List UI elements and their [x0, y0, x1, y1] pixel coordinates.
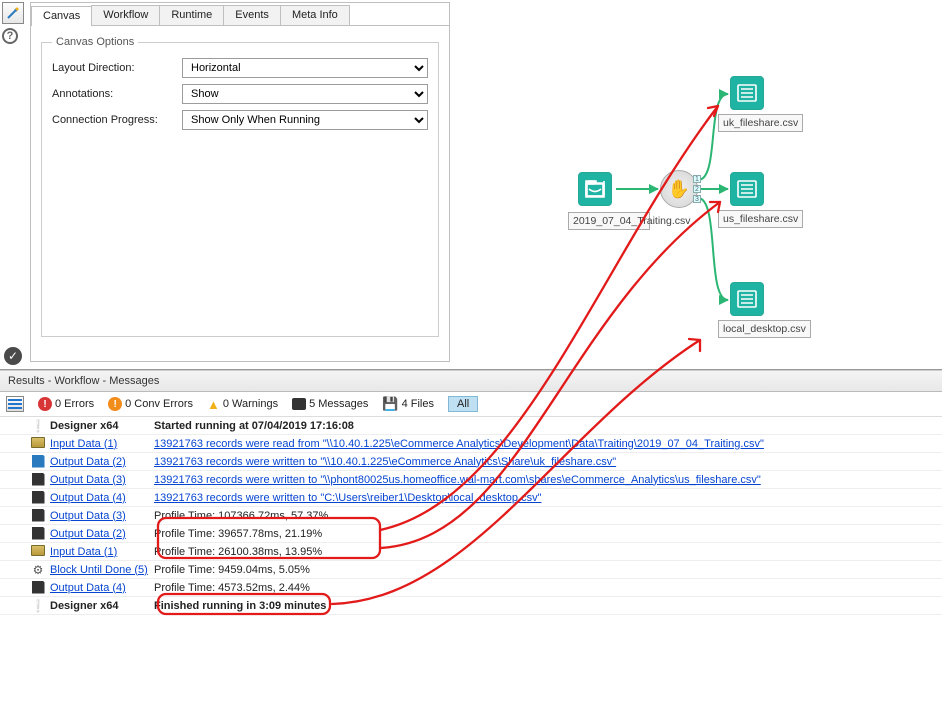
row-message[interactable]: 13921763 records were written to "\\phon…: [150, 474, 938, 486]
row-source[interactable]: Block Until Done (5): [30, 564, 150, 576]
tab-events[interactable]: Events: [223, 5, 281, 25]
summary-errors[interactable]: !0 Errors: [38, 397, 94, 411]
row-message[interactable]: 13921763 records were written to "\\10.4…: [150, 456, 938, 468]
row-type-icon: [30, 472, 46, 488]
workflow-canvas[interactable]: 2019_07_04_Traiting.csv ✋ 123 uk_filesha…: [460, 0, 942, 370]
results-summary-bar: !0 Errors !0 Conv Errors ▲0 Warnings 5 M…: [0, 392, 942, 417]
row-type-icon: [30, 454, 46, 470]
tab-workflow[interactable]: Workflow: [91, 5, 160, 25]
row-message: Profile Time: 4573.52ms, 2.44%: [150, 582, 938, 594]
row-source[interactable]: Output Data (3): [30, 510, 150, 522]
message-row: Output Data (2)13921763 records were wri…: [0, 453, 942, 471]
message-row: Block Until Done (5)Profile Time: 9459.0…: [0, 561, 942, 579]
hub-output-ports: 123: [693, 175, 701, 203]
wand-button[interactable]: [2, 2, 24, 24]
row-type-icon: [30, 599, 46, 613]
row-source[interactable]: Input Data (1): [30, 546, 150, 558]
node-output-uk-label: uk_fileshare.csv: [718, 114, 803, 132]
row-source[interactable]: Output Data (2): [30, 456, 150, 468]
row-message[interactable]: 13921763 records were written to "C:\Use…: [150, 492, 938, 504]
status-ok-icon: ✓: [4, 347, 22, 365]
message-row: Output Data (3)Profile Time: 107366.72ms…: [0, 507, 942, 525]
option-label: Layout Direction:: [52, 62, 182, 74]
message-row: Output Data (2)Profile Time: 39657.78ms,…: [0, 525, 942, 543]
row-source[interactable]: Output Data (4): [30, 492, 150, 504]
message-row: Input Data (1)Profile Time: 26100.38ms, …: [0, 543, 942, 561]
option-row: Annotations:Show: [52, 84, 428, 104]
option-row: Connection Progress:Show Only When Runni…: [52, 110, 428, 130]
canvas-options-legend: Canvas Options: [52, 36, 138, 48]
file-icon: 💾: [382, 396, 398, 412]
row-source: Designer x64: [30, 420, 150, 432]
row-message: Profile Time: 9459.04ms, 5.05%: [150, 564, 938, 576]
view-toggle-button[interactable]: [6, 396, 24, 412]
node-block-until-done[interactable]: ✋ 123: [660, 170, 698, 208]
warning-icon: ▲: [207, 397, 220, 412]
option-select-1[interactable]: Show: [182, 84, 428, 104]
row-source[interactable]: Output Data (4): [30, 582, 150, 594]
tool-strip: ?: [2, 2, 26, 44]
option-select-0[interactable]: Horizontal: [182, 58, 428, 78]
row-type-icon: [30, 437, 46, 451]
node-input-label: 2019_07_04_Traiting.csv: [568, 212, 650, 230]
row-source: Designer x64: [30, 600, 150, 612]
row-source[interactable]: Output Data (2): [30, 528, 150, 540]
row-message: Started running at 07/04/2019 17:16:08: [150, 420, 938, 432]
node-input-data[interactable]: [578, 172, 612, 206]
tab-runtime[interactable]: Runtime: [159, 5, 224, 25]
tab-canvas[interactable]: Canvas: [31, 6, 92, 26]
row-type-icon: [30, 526, 46, 542]
help-icon[interactable]: ?: [2, 28, 18, 44]
node-output-local[interactable]: [730, 282, 764, 316]
message-icon: [292, 398, 306, 410]
row-type-icon: [30, 563, 46, 577]
row-type-icon: [30, 580, 46, 596]
option-select-2[interactable]: Show Only When Running: [182, 110, 428, 130]
error-icon: !: [38, 397, 52, 411]
row-type-icon: [30, 508, 46, 524]
row-message: Profile Time: 39657.78ms, 21.19%: [150, 528, 938, 540]
row-message: Profile Time: 26100.38ms, 13.95%: [150, 546, 938, 558]
summary-conv-errors[interactable]: !0 Conv Errors: [108, 397, 193, 411]
summary-files[interactable]: 💾4 Files: [382, 396, 434, 412]
option-label: Connection Progress:: [52, 114, 182, 126]
message-list: Designer x64Started running at 07/04/201…: [0, 417, 942, 615]
node-output-local-label: local_desktop.csv: [718, 320, 811, 338]
config-panel: CanvasWorkflowRuntimeEventsMeta Info Can…: [30, 2, 450, 362]
filter-all-button[interactable]: All: [448, 396, 478, 412]
node-output-us[interactable]: [730, 172, 764, 206]
node-output-uk[interactable]: [730, 76, 764, 110]
message-row: Designer x64Started running at 07/04/201…: [0, 417, 942, 435]
option-label: Annotations:: [52, 88, 182, 100]
summary-warnings[interactable]: ▲0 Warnings: [207, 397, 278, 412]
hand-icon: ✋: [668, 179, 690, 200]
message-row: Output Data (4)Profile Time: 4573.52ms, …: [0, 579, 942, 597]
config-tabs: CanvasWorkflowRuntimeEventsMeta Info: [31, 3, 449, 26]
message-row: Output Data (3)13921763 records were wri…: [0, 471, 942, 489]
row-type-icon: [30, 419, 46, 433]
row-type-icon: [30, 545, 46, 559]
row-message[interactable]: 13921763 records were read from "\\10.40…: [150, 438, 938, 450]
canvas-options-group: Canvas Options Layout Direction:Horizont…: [41, 36, 439, 337]
option-row: Layout Direction:Horizontal: [52, 58, 428, 78]
message-row: Output Data (4)13921763 records were wri…: [0, 489, 942, 507]
row-type-icon: [30, 490, 46, 506]
row-source[interactable]: Input Data (1): [30, 438, 150, 450]
conv-error-icon: !: [108, 397, 122, 411]
message-row: Designer x64Finished running in 3:09 min…: [0, 597, 942, 615]
row-message: Finished running in 3:09 minutes: [150, 600, 938, 612]
node-output-us-label: us_fileshare.csv: [718, 210, 803, 228]
tab-meta-info[interactable]: Meta Info: [280, 5, 350, 25]
message-row: Input Data (1)13921763 records were read…: [0, 435, 942, 453]
results-header: Results - Workflow - Messages: [0, 370, 942, 392]
row-message: Profile Time: 107366.72ms, 57.37%: [150, 510, 938, 522]
row-source[interactable]: Output Data (3): [30, 474, 150, 486]
summary-messages[interactable]: 5 Messages: [292, 398, 368, 410]
